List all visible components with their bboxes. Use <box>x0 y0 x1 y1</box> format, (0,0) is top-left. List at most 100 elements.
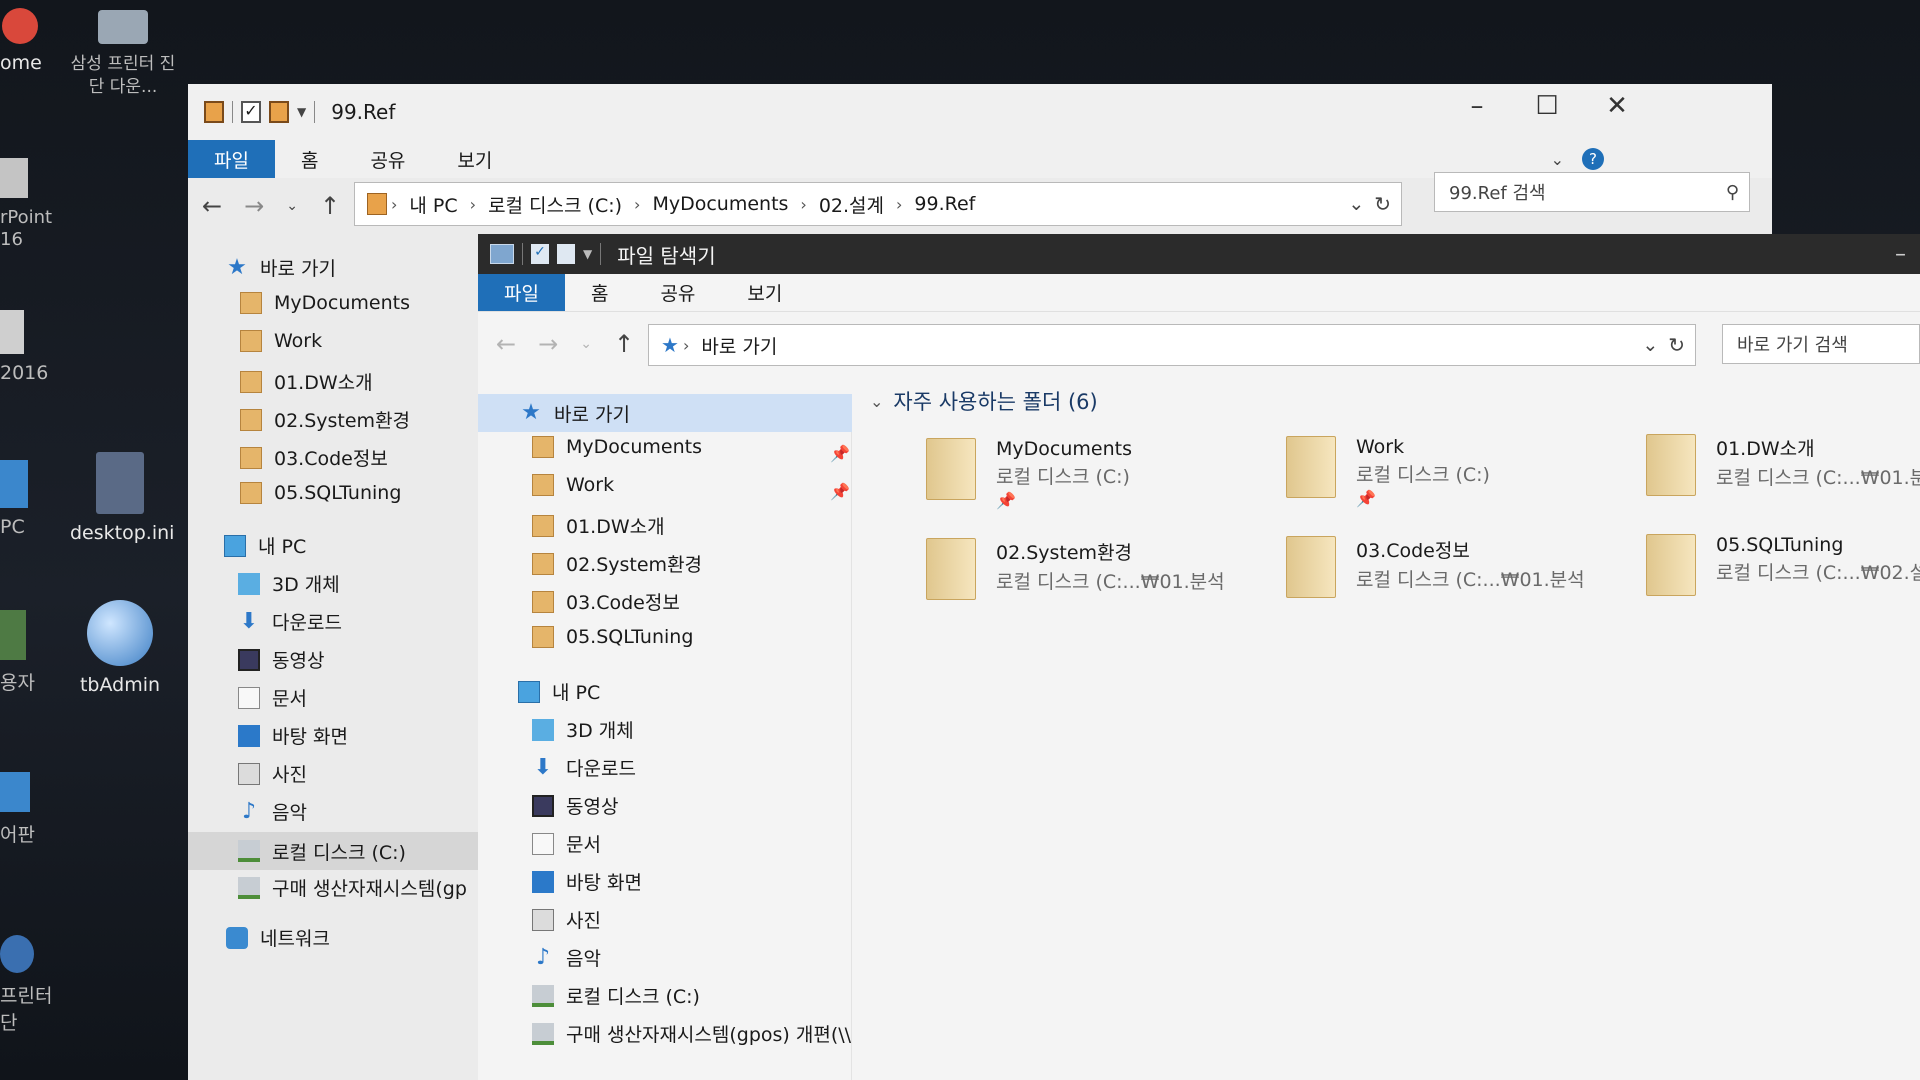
nav-quick-access[interactable]: ★ 바로 가기 <box>226 254 336 281</box>
nav-item-pictures[interactable]: 사진 <box>238 760 307 787</box>
search-box[interactable]: 99.Ref 검색 ⚲ <box>1434 172 1750 212</box>
nav-this-pc[interactable]: 내 PC <box>224 532 306 559</box>
tab-view[interactable]: 보기 <box>721 274 808 311</box>
folder-tile[interactable]: 05.SQLTuning 로컬 디스크 (C:...₩02.설 <box>1646 534 1920 596</box>
desktop-icon-pc[interactable]: PC <box>0 460 40 538</box>
desktop-icon-printer[interactable]: 프린터 단 <box>0 935 60 1035</box>
nav-item-code[interactable]: 03.Code정보 <box>240 444 388 471</box>
address-bar[interactable]: › 내 PC › 로컬 디스크 (C:) › MyDocuments › 02.… <box>354 182 1402 226</box>
nav-item-pictures[interactable]: 사진 <box>532 906 601 933</box>
breadcrumb-item[interactable]: 내 PC <box>409 191 457 218</box>
tab-home[interactable]: 홈 <box>565 274 634 311</box>
new-folder-icon[interactable] <box>269 101 289 123</box>
tab-file[interactable]: 파일 <box>478 274 565 311</box>
breadcrumb-item[interactable]: 99.Ref <box>914 193 975 215</box>
desktop-icon-2016[interactable]: 2016 <box>0 310 52 384</box>
nav-item-documents[interactable]: 문서 <box>532 830 601 857</box>
nav-item-documents[interactable]: 문서 <box>238 684 307 711</box>
nav-item-system[interactable]: 02.System환경 <box>240 406 410 433</box>
nav-item-local-disk[interactable]: 로컬 디스크 (C:) <box>188 832 478 870</box>
nav-item-3d[interactable]: 3D 개체 <box>238 570 340 597</box>
help-icon[interactable]: ? <box>1582 148 1604 170</box>
nav-network[interactable]: 네트워크 <box>226 924 330 951</box>
pin-icon[interactable]: 📌 <box>830 482 850 501</box>
breadcrumb-item[interactable]: 바로 가기 <box>701 332 777 359</box>
nav-item-code[interactable]: 03.Code정보 <box>532 588 680 615</box>
chevron-down-icon[interactable]: ⌄ <box>1348 193 1364 215</box>
desktop-icon-samsung-printer[interactable]: 삼성 프린터 진단 다운... <box>68 10 178 98</box>
chevron-down-icon[interactable]: ⌄ <box>1642 334 1658 356</box>
forward-arrow-icon[interactable]: → <box>244 192 264 220</box>
nav-item-desktop[interactable]: 바탕 화면 <box>238 722 348 749</box>
nav-quick-access[interactable]: ★ 바로 가기 <box>478 394 852 432</box>
breadcrumb-item[interactable]: 로컬 디스크 (C:) <box>488 191 622 218</box>
nav-item-videos[interactable]: 동영상 <box>532 792 618 819</box>
desktop-icon-viewer[interactable]: 어판 <box>0 772 40 847</box>
nav-item-dw[interactable]: 01.DW소개 <box>532 512 665 539</box>
minimize-button[interactable]: – <box>1442 84 1512 128</box>
properties-icon[interactable] <box>204 101 224 123</box>
nav-item-music[interactable]: ♪ 음악 <box>532 944 601 971</box>
recent-chevron-icon[interactable]: ⌄ <box>580 336 592 352</box>
pin-icon[interactable]: 📌 <box>830 444 850 463</box>
tab-share[interactable]: 공유 <box>344 140 431 178</box>
close-button[interactable]: ✕ <box>1582 84 1652 128</box>
address-bar[interactable]: ★ › 바로 가기 ⌄ ↻ <box>648 324 1696 366</box>
checkbox-icon[interactable]: ✓ <box>241 101 261 123</box>
section-header[interactable]: ⌄ 자주 사용하는 폴더 (6) <box>870 386 1098 416</box>
folder-tile[interactable]: 01.DW소개 로컬 디스크 (C:...₩01.분 <box>1646 434 1920 496</box>
desktop-icon-powerpoint[interactable]: rPoint 16 <box>0 158 52 250</box>
breadcrumb-item[interactable]: 02.설계 <box>819 191 884 218</box>
up-arrow-icon[interactable]: ↑ <box>320 192 340 220</box>
refresh-icon[interactable]: ↻ <box>1668 333 1685 357</box>
desktop-icon-chrome[interactable]: ome <box>0 8 42 74</box>
new-folder-icon[interactable] <box>557 244 575 264</box>
folder-icon[interactable] <box>490 244 514 264</box>
nav-item-downloads[interactable]: ⬇ 다운로드 <box>532 754 636 781</box>
back-arrow-icon[interactable]: ← <box>496 330 516 358</box>
tab-home[interactable]: 홈 <box>275 140 344 178</box>
nav-item-sqltuning[interactable]: 05.SQLTuning <box>532 626 693 648</box>
nav-item-network-drive[interactable]: 구매 생산자재시스템(gp <box>238 874 467 901</box>
desktop-icon-tbadmin[interactable]: tbAdmin <box>70 600 170 696</box>
nav-item-mydocuments[interactable]: MyDocuments <box>240 292 410 314</box>
pin-icon[interactable]: 📌 <box>1356 489 1490 508</box>
nav-item-work[interactable]: Work <box>240 330 322 352</box>
search-box[interactable]: 바로 가기 검색 <box>1722 324 1920 364</box>
nav-item-dw[interactable]: 01.DW소개 <box>240 368 373 395</box>
forward-arrow-icon[interactable]: → <box>538 330 558 358</box>
nav-item-music[interactable]: ♪ 음악 <box>238 798 307 825</box>
minimize-button[interactable]: – <box>1895 242 1906 267</box>
recent-chevron-icon[interactable]: ⌄ <box>286 198 298 214</box>
refresh-icon[interactable]: ↻ <box>1374 192 1391 216</box>
nav-item-work[interactable]: Work <box>532 474 614 496</box>
nav-item-system[interactable]: 02.System환경 <box>532 550 702 577</box>
tab-file[interactable]: 파일 <box>188 140 275 178</box>
maximize-button[interactable]: ☐ <box>1512 84 1582 128</box>
desktop-icon-user[interactable]: 용자 <box>0 610 40 695</box>
checkbox-icon[interactable]: ✓ <box>531 244 549 264</box>
chevron-down-icon[interactable]: ▼ <box>583 247 592 261</box>
breadcrumb-item[interactable]: MyDocuments <box>652 193 788 215</box>
search-icon[interactable]: ⚲ <box>1726 182 1739 203</box>
folder-tile[interactable]: 03.Code정보 로컬 디스크 (C:...₩01.분석 <box>1286 536 1585 598</box>
nav-item-desktop[interactable]: 바탕 화면 <box>532 868 642 895</box>
nav-this-pc[interactable]: 내 PC <box>518 678 600 705</box>
nav-item-network-drive[interactable]: 구매 생산자재시스템(gpos) 개편(\\ <box>532 1020 851 1047</box>
nav-item-downloads[interactable]: ⬇ 다운로드 <box>238 608 342 635</box>
tab-share[interactable]: 공유 <box>634 274 721 311</box>
tab-view[interactable]: 보기 <box>431 140 518 178</box>
up-arrow-icon[interactable]: ↑ <box>614 330 634 358</box>
back-arrow-icon[interactable]: ← <box>202 192 222 220</box>
folder-tile[interactable]: 02.System환경 로컬 디스크 (C:...₩01.분석 <box>926 538 1225 600</box>
nav-item-local-disk[interactable]: 로컬 디스크 (C:) <box>532 982 700 1009</box>
nav-item-3d[interactable]: 3D 개체 <box>532 716 634 743</box>
nav-item-mydocuments[interactable]: MyDocuments <box>532 436 702 458</box>
folder-tile[interactable]: Work 로컬 디스크 (C:) 📌 <box>1286 436 1490 508</box>
desktop-icon-desktop-ini[interactable]: desktop.ini <box>70 452 174 544</box>
nav-item-sqltuning[interactable]: 05.SQLTuning <box>240 482 401 504</box>
pin-icon[interactable]: 📌 <box>996 491 1132 510</box>
folder-tile[interactable]: MyDocuments 로컬 디스크 (C:) 📌 <box>926 438 1132 510</box>
chevron-down-icon[interactable]: ▼ <box>297 105 306 119</box>
nav-item-videos[interactable]: 동영상 <box>238 646 324 673</box>
